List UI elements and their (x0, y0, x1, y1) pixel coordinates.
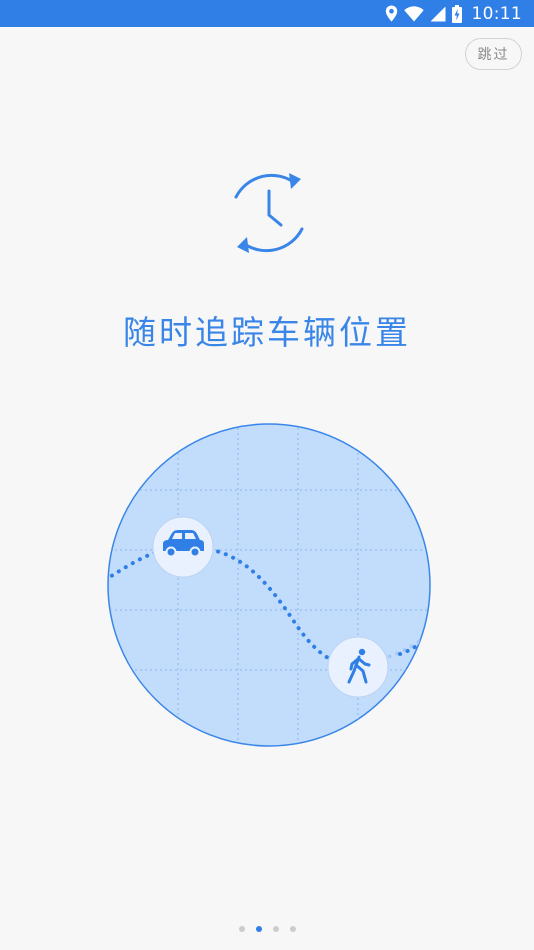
page-dot (289, 926, 296, 932)
skip-button[interactable]: 跳过 (465, 38, 522, 70)
wifi-icon (403, 5, 424, 22)
map-circle (107, 423, 431, 747)
status-bar: 10:11 (0, 0, 534, 27)
status-time: 10:11 (471, 3, 522, 24)
location-icon (385, 5, 398, 22)
battery-charging-icon (451, 4, 462, 23)
clock-refresh-icon (219, 165, 319, 261)
tracking-illustration (100, 418, 440, 758)
page-dot (238, 926, 245, 932)
status-icons: 10:11 (385, 0, 523, 27)
signal-icon (430, 6, 446, 22)
feature-title: 随时追踪车辆位置 (123, 313, 411, 352)
page-dot (272, 926, 279, 932)
page-dot-active (255, 926, 262, 932)
page-indicator (0, 926, 534, 932)
walking-person-icon (327, 636, 389, 698)
car-icon (152, 516, 214, 578)
